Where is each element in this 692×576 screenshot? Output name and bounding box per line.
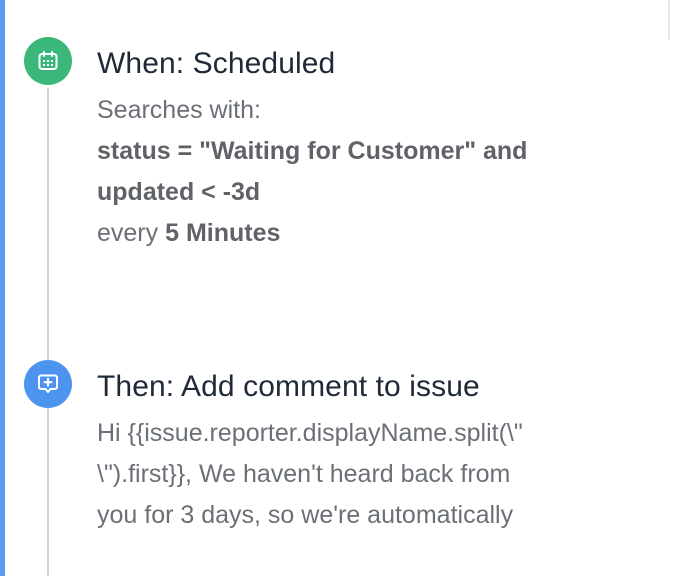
timeline-connector: [47, 88, 49, 576]
comment-line: you for 3 days, so we're automatically: [97, 501, 514, 529]
comment-preview: Hi {{issue.reporter.displayName.split(\"…: [97, 413, 657, 536]
schedule-interval: every 5 Minutes: [97, 213, 657, 254]
comment-line: \").first}}, We haven't heard back from: [97, 460, 511, 488]
trigger-title[interactable]: When: Scheduled: [97, 46, 657, 82]
comment-add-icon-glyph: [38, 374, 58, 393]
automation-rule-panel: When: Scheduled Searches with: status = …: [0, 0, 692, 576]
comment-line: Hi {{issue.reporter.displayName.split(\": [97, 419, 523, 447]
jql-query-line-2: updated < -3d: [97, 178, 261, 206]
trigger-step[interactable]: When: Scheduled Searches with: status = …: [97, 46, 657, 254]
searches-label: Searches with:: [97, 96, 261, 124]
interval-value: 5 Minutes: [165, 219, 281, 247]
every-label: every: [97, 219, 159, 247]
comment-add-icon[interactable]: [24, 360, 72, 408]
calendar-icon-glyph: [38, 51, 58, 70]
action-step[interactable]: Then: Add comment to issue Hi {{issue.re…: [97, 369, 657, 536]
panel-divider: [668, 0, 670, 40]
selected-accent-bar: [0, 0, 5, 576]
jql-query-line-1: status = "Waiting for Customer" and: [97, 137, 528, 165]
calendar-icon[interactable]: [24, 37, 72, 85]
trigger-details: Searches with: status = "Waiting for Cus…: [97, 90, 657, 254]
action-title[interactable]: Then: Add comment to issue: [97, 369, 657, 405]
